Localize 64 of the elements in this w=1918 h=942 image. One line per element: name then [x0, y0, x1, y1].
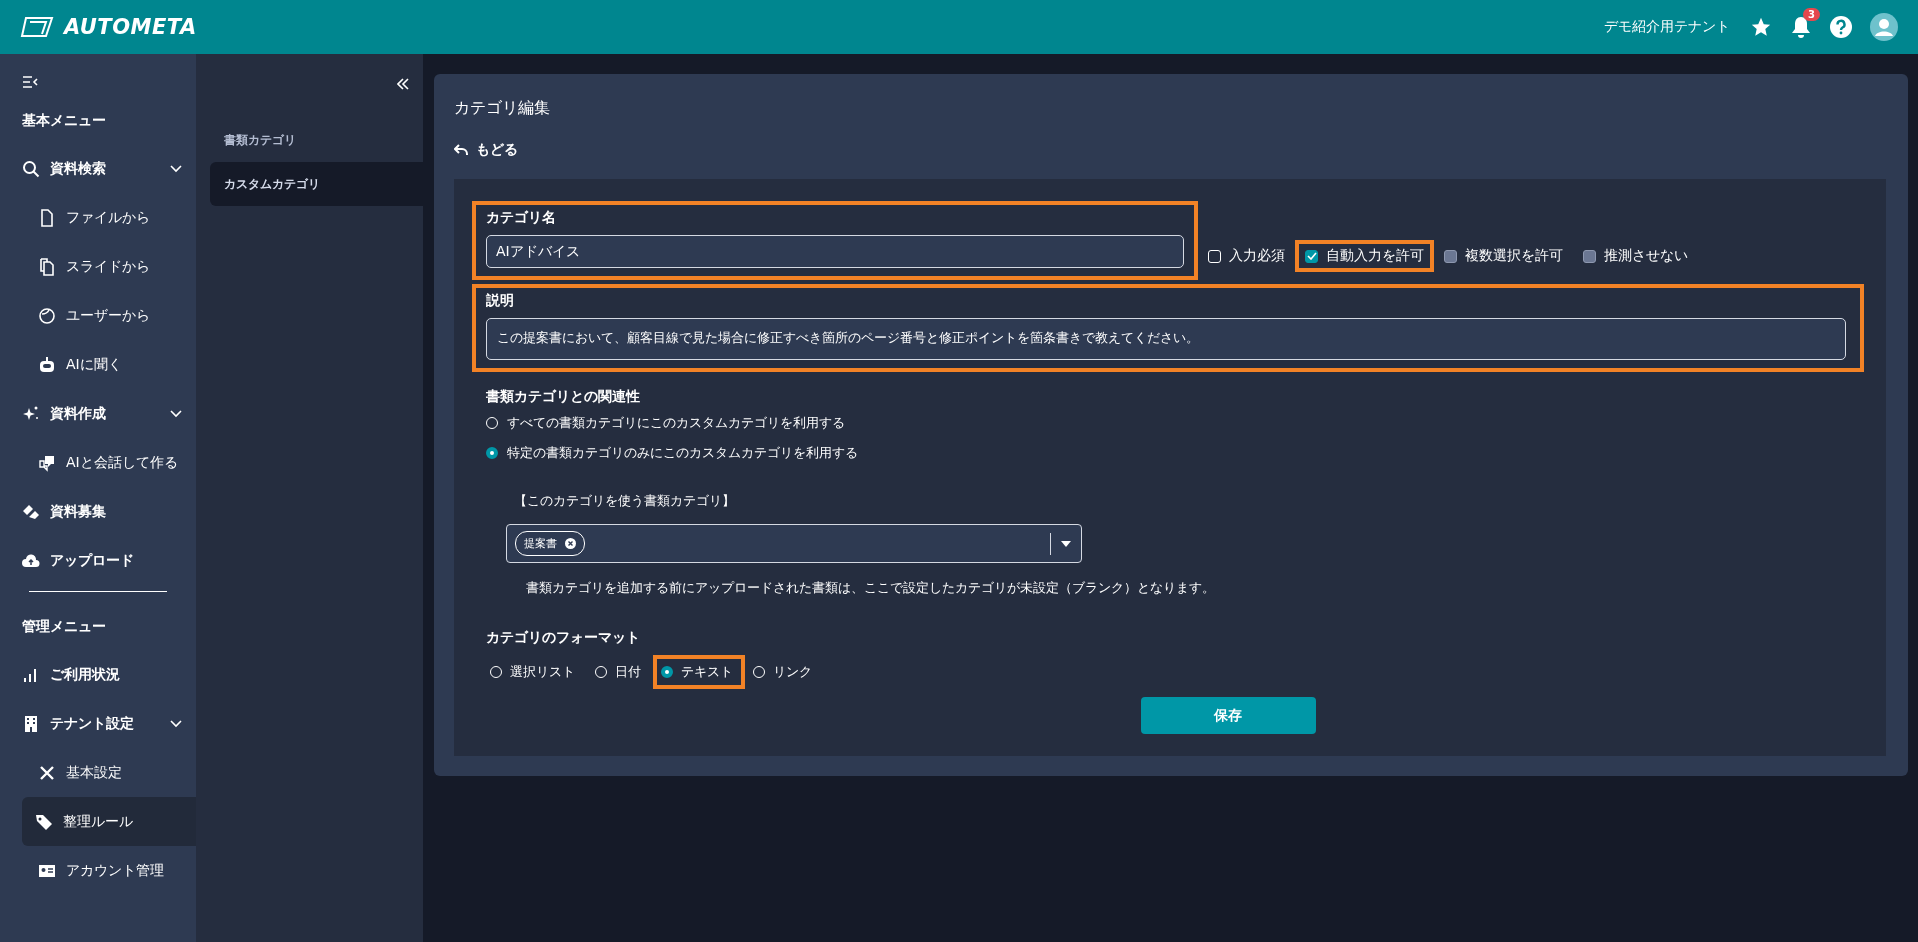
field-label: 【このカテゴリを使う書類カテゴリ】	[514, 492, 736, 510]
robot-icon	[38, 355, 56, 374]
radio-button[interactable]	[661, 666, 673, 678]
radio-label: リンク	[773, 663, 812, 681]
sidebar-item[interactable]: スライドから	[22, 242, 196, 291]
radio-label: 特定の書類カテゴリのみにこのカスタムカテゴリを利用する	[507, 444, 858, 462]
sidebar-item[interactable]: 基本設定	[22, 748, 196, 797]
checkbox-label: 自動入力を許可	[1326, 247, 1424, 265]
category-select-field[interactable]: 提案書	[506, 524, 1082, 563]
chat-icon	[38, 453, 56, 472]
sidebar-item[interactable]: アップロード	[22, 536, 196, 585]
face-icon	[38, 306, 56, 325]
tag-icon	[35, 812, 53, 831]
sidebar-item[interactable]: ファイルから	[22, 193, 196, 242]
sidebar-item[interactable]: 資料募集	[22, 487, 196, 536]
subnav-item[interactable]: 書類カテゴリ	[210, 118, 423, 162]
building-icon	[22, 714, 40, 733]
logo-icon	[20, 16, 54, 38]
sidebar-item[interactable]: AIに聞く	[22, 340, 196, 389]
radio-label: テキスト	[681, 663, 733, 681]
collapse-panel-icon[interactable]	[397, 78, 409, 90]
star-icon[interactable]	[1750, 16, 1772, 38]
logo-text: AUTOMETA	[64, 15, 197, 39]
collapse-menu-icon[interactable]	[22, 76, 38, 88]
field-label: 説明	[486, 292, 515, 310]
page-title: カテゴリ編集	[454, 98, 551, 119]
checkbox-label: 推測させない	[1604, 247, 1688, 265]
sidebar-item[interactable]: テナント設定	[22, 699, 196, 748]
radio-label: 選択リスト	[510, 663, 575, 681]
checkbox-label: 複数選択を許可	[1465, 247, 1563, 265]
sidebar-item[interactable]: ご利用状況	[22, 650, 196, 699]
category-tag: 提案書	[515, 531, 585, 556]
back-arrow-icon[interactable]	[454, 144, 468, 156]
radio-button[interactable]	[486, 447, 498, 459]
sidebar-section-title: 管理メニュー	[22, 618, 107, 636]
remove-icon[interactable]	[565, 538, 576, 549]
checkbox[interactable]	[1305, 249, 1318, 263]
help-icon[interactable]	[1830, 16, 1852, 38]
field-label: カテゴリ名	[486, 209, 557, 227]
save-button[interactable]: 保存	[1140, 697, 1316, 734]
radio-label: 日付	[615, 663, 641, 681]
sidebar-item[interactable]: 資料作成	[22, 389, 196, 438]
notification-badge: 3	[1803, 8, 1820, 21]
description-field[interactable]: この提案書において、顧客目線で見た場合に修正すべき箇所のページ番号と修正ポイントを箇条書きで教えてください。	[486, 318, 1846, 360]
search-icon	[22, 159, 40, 178]
sidebar-item[interactable]: アカウント管理	[22, 846, 196, 895]
checkbox-label: 入力必須	[1229, 247, 1285, 265]
sidebar-item[interactable]: 整理ルール	[22, 797, 196, 846]
category-name-field[interactable]: AIアドバイス	[486, 235, 1184, 268]
sidebar-item[interactable]: AIと会話して作る	[22, 438, 196, 487]
section-label: 書類カテゴリとの関連性	[486, 388, 641, 406]
dropdown-caret-icon[interactable]	[1061, 540, 1071, 547]
file-icon	[38, 208, 56, 227]
section-label: カテゴリのフォーマット	[486, 629, 641, 647]
help-text: 書類カテゴリを追加する前にアップロードされた書類は、ここで設定したカテゴリが未設定（ブランク）となります。	[526, 579, 1216, 597]
sidebar-item[interactable]: 資料検索	[22, 144, 196, 193]
avatar-icon[interactable]	[1870, 13, 1898, 41]
tenant-name[interactable]: デモ紹介用テナント	[1604, 18, 1730, 36]
back-link[interactable]: もどる	[476, 141, 518, 159]
copy-icon	[38, 257, 56, 276]
sidebar-section-title: 基本メニュー	[22, 112, 107, 130]
sidebar-item[interactable]: ユーザーから	[22, 291, 196, 340]
subnav-item[interactable]: カスタムカテゴリ	[210, 162, 423, 206]
radio-label: すべての書類カテゴリにこのカスタムカテゴリを利用する	[507, 414, 845, 432]
